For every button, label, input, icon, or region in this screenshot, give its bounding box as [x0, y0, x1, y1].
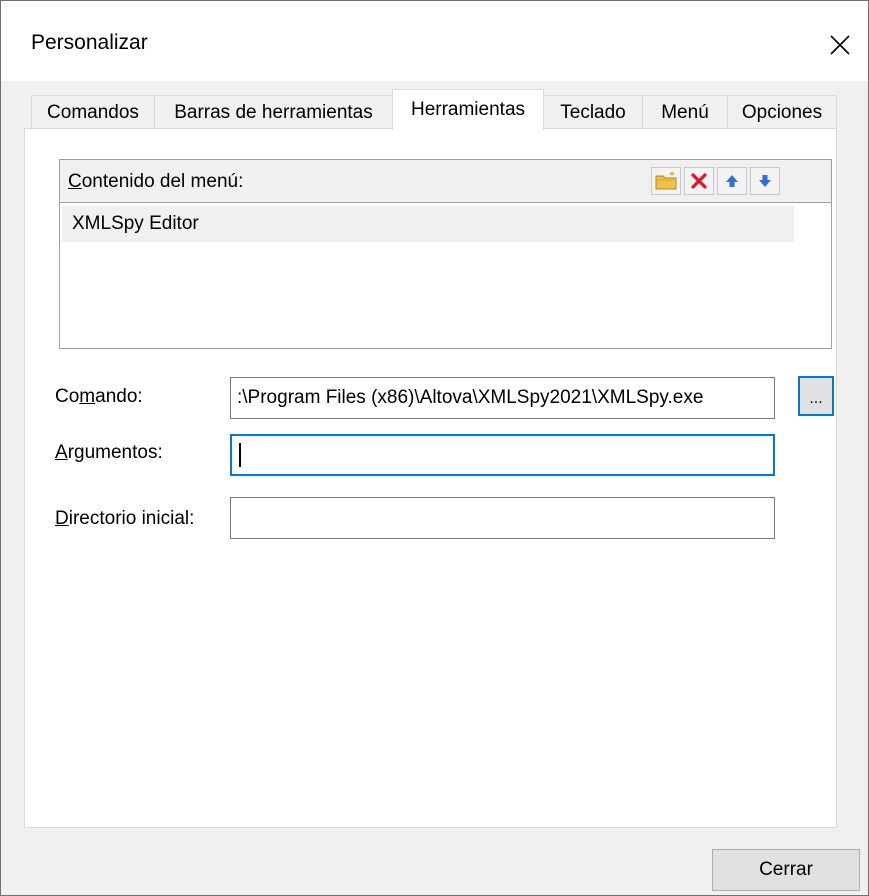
- close-button[interactable]: [820, 25, 860, 65]
- close-icon: [830, 35, 850, 55]
- list-item[interactable]: XMLSpy Editor: [62, 206, 794, 242]
- arrow-up-icon: [726, 175, 738, 187]
- text-cursor-icon: [239, 443, 241, 467]
- delete-tool-button[interactable]: [684, 167, 714, 195]
- command-field[interactable]: [230, 377, 775, 419]
- move-up-button[interactable]: [717, 167, 747, 195]
- tab-strip: Comandos Barras de herramientas Herramie…: [31, 89, 851, 130]
- tab-label: Opciones: [741, 101, 823, 123]
- initial-directory-field[interactable]: [230, 497, 775, 539]
- arrow-down-icon: [759, 175, 771, 187]
- menu-contents-label: Contenido del menú:: [68, 171, 244, 192]
- initial-directory-label: Directorio inicial:: [55, 508, 195, 529]
- dialog-title: Personalizar: [31, 31, 148, 54]
- tab-label: Menú: [661, 101, 709, 123]
- move-down-button[interactable]: [750, 167, 780, 195]
- tab-keyboard[interactable]: Teclado: [543, 95, 643, 129]
- delete-icon: [691, 173, 707, 189]
- arguments-field[interactable]: [230, 434, 775, 476]
- customize-dialog: Personalizar Comandos Barras de herramie…: [0, 0, 869, 896]
- tab-menu[interactable]: Menú: [642, 95, 728, 129]
- new-folder-icon: [655, 172, 677, 190]
- browse-button[interactable]: ...: [798, 376, 834, 416]
- tools-panel: Contenido del menú: XMLSpy Editor Comand…: [24, 128, 837, 828]
- menu-contents-list: Contenido del menú: XMLSpy Editor: [59, 159, 832, 349]
- tab-label: Herramientas: [410, 99, 526, 120]
- command-label: Comando:: [55, 386, 143, 407]
- tab-toolbars[interactable]: Barras de herramientas: [154, 95, 393, 129]
- tab-commands[interactable]: Comandos: [31, 95, 155, 129]
- tab-label: Teclado: [560, 101, 626, 123]
- new-tool-button[interactable]: [651, 167, 681, 195]
- tab-tools[interactable]: Herramientas: [392, 89, 544, 130]
- close-dialog-button[interactable]: Cerrar: [712, 849, 860, 891]
- browse-label: ...: [809, 390, 823, 407]
- tab-label: Comandos: [47, 101, 139, 123]
- arguments-label: Argumentos:: [55, 442, 163, 463]
- tab-options[interactable]: Opciones: [727, 95, 837, 129]
- tab-label: Barras de herramientas: [174, 101, 373, 123]
- title-bar: Personalizar: [1, 1, 868, 81]
- menu-contents-header: Contenido del menú:: [60, 160, 831, 203]
